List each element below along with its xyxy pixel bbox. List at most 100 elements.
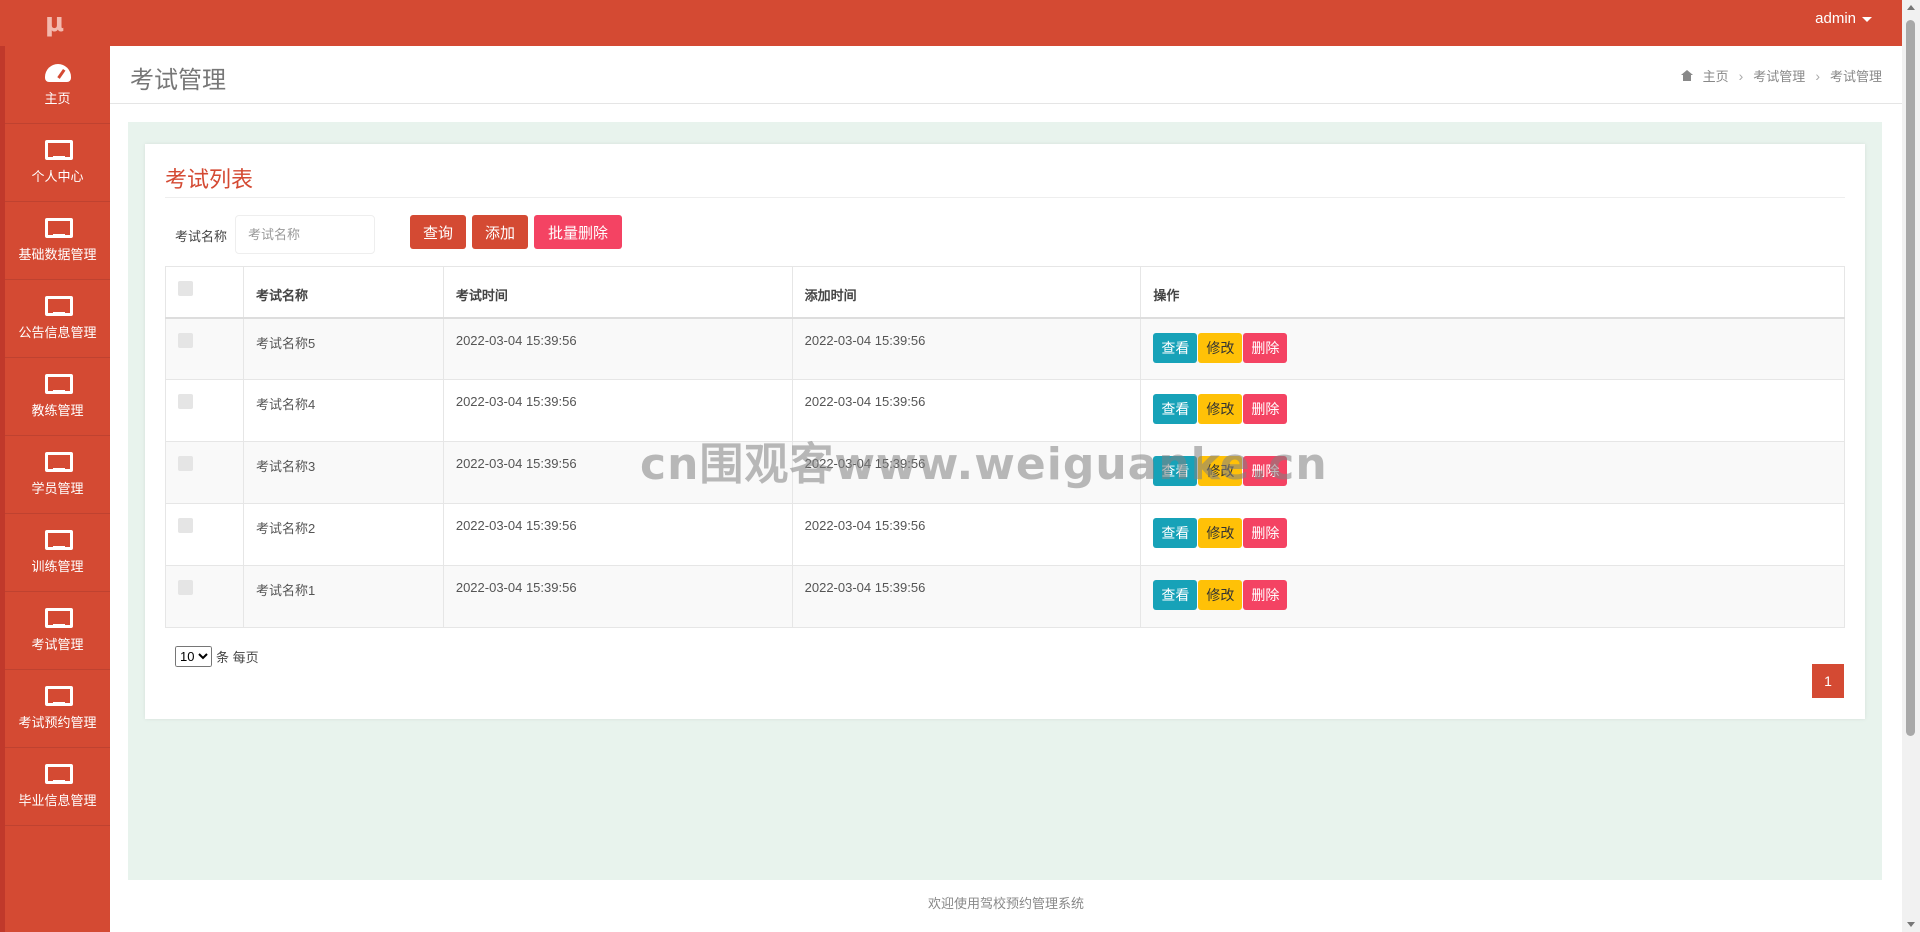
view-button[interactable]: 查看 <box>1153 580 1198 610</box>
cell-added-time: 2022-03-04 15:39:56 <box>791 317 1142 380</box>
chevron-right-icon: › <box>1738 67 1744 84</box>
user-menu[interactable]: admin <box>1815 10 1872 27</box>
scroll-down-arrow-icon[interactable] <box>1907 922 1915 927</box>
sidebar-item-label: 毕业信息管理 <box>18 793 97 808</box>
footer: 欢迎使用驾校预约管理系统 <box>110 880 1902 932</box>
sidebar-item-home[interactable]: 主页 <box>5 46 110 124</box>
table-header-row: 考试名称 考试时间 添加时间 操作 <box>165 266 1845 319</box>
delete-button[interactable]: 删除 <box>1243 394 1288 424</box>
exam-list-card: 考试列表 考试名称 查询 添加 批量删除 考试名称 考试时间 添加时间 操作 <box>145 144 1865 719</box>
sidebar-item-personal-center[interactable]: 个人中心 <box>5 124 110 202</box>
sidebar-item-label: 公告信息管理 <box>18 325 97 340</box>
monitor-icon <box>44 218 73 238</box>
cell-added-time: 2022-03-04 15:39:56 <box>791 441 1142 504</box>
page-size-control: 10 条 每页 <box>175 646 259 667</box>
sidebar: 主页 个人中心 基础数据管理 公告信息管理 教练管理 学员管理 训练管理 考试管… <box>0 46 110 932</box>
page-size-suffix: 条 每页 <box>216 650 259 665</box>
cell-actions: 查看 修改 删除 <box>1140 317 1845 380</box>
pagination-page-1[interactable]: 1 <box>1812 664 1844 698</box>
cell-name: 考试名称3 <box>242 441 444 504</box>
breadcrumb-current: 考试管理 <box>1829 69 1882 84</box>
cell-exam-time: 2022-03-04 15:39:56 <box>442 441 793 504</box>
scroll-thumb[interactable] <box>1906 20 1915 736</box>
column-header-actions: 操作 <box>1140 266 1845 319</box>
sidebar-item-notice[interactable]: 公告信息管理 <box>5 280 110 358</box>
row-checkbox[interactable] <box>178 518 193 533</box>
view-button[interactable]: 查看 <box>1153 394 1198 424</box>
sidebar-item-exam[interactable]: 考试管理 <box>5 592 110 670</box>
edit-button[interactable]: 修改 <box>1198 518 1243 548</box>
edit-button[interactable]: 修改 <box>1198 580 1243 610</box>
sidebar-item-label: 教练管理 <box>31 403 84 418</box>
add-button[interactable]: 添加 <box>472 215 528 249</box>
row-checkbox-cell <box>165 441 244 504</box>
monitor-icon <box>44 530 73 550</box>
sidebar-item-student[interactable]: 学员管理 <box>5 436 110 514</box>
table-row: 考试名称2 2022-03-04 15:39:56 2022-03-04 15:… <box>165 503 1845 566</box>
monitor-icon <box>44 764 73 784</box>
column-header-added-time[interactable]: 添加时间 <box>791 266 1142 319</box>
query-button[interactable]: 查询 <box>410 215 466 249</box>
monitor-icon <box>44 140 73 160</box>
vertical-scrollbar[interactable] <box>1902 0 1920 932</box>
column-header-exam-time[interactable]: 考试时间 <box>442 266 793 319</box>
dashboard-icon <box>44 62 71 82</box>
view-button[interactable]: 查看 <box>1153 456 1198 486</box>
batch-delete-button[interactable]: 批量删除 <box>534 215 622 249</box>
edit-button[interactable]: 修改 <box>1198 456 1243 486</box>
card-title: 考试列表 <box>165 167 254 192</box>
cell-exam-time: 2022-03-04 15:39:56 <box>442 379 793 442</box>
row-checkbox-cell <box>165 317 244 380</box>
edit-button[interactable]: 修改 <box>1198 394 1243 424</box>
row-checkbox[interactable] <box>178 394 193 409</box>
view-button[interactable]: 查看 <box>1153 518 1198 548</box>
search-input[interactable] <box>235 215 375 254</box>
edit-button[interactable]: 修改 <box>1198 332 1243 363</box>
view-button[interactable]: 查看 <box>1153 332 1198 363</box>
sidebar-item-exam-booking[interactable]: 考试预约管理 <box>5 670 110 748</box>
sidebar-item-graduation[interactable]: 毕业信息管理 <box>5 748 110 826</box>
sidebar-item-label: 训练管理 <box>31 559 84 574</box>
cell-actions: 查看 修改 删除 <box>1140 379 1845 442</box>
page-header: 考试管理 主页 › 考试管理 › 考试管理 <box>110 46 1902 104</box>
scroll-up-arrow-icon[interactable] <box>1907 5 1915 10</box>
select-all-cell <box>165 266 244 319</box>
divider <box>165 197 1845 198</box>
row-checkbox-cell <box>165 379 244 442</box>
sidebar-item-label: 学员管理 <box>31 481 84 496</box>
row-checkbox[interactable] <box>178 580 193 595</box>
breadcrumb: 主页 › 考试管理 › 考试管理 <box>1680 66 1882 85</box>
column-header-name[interactable]: 考试名称 <box>242 266 444 319</box>
monitor-icon <box>44 686 73 706</box>
top-bar: μ admin <box>0 0 1902 46</box>
delete-button[interactable]: 删除 <box>1243 332 1288 363</box>
delete-button[interactable]: 删除 <box>1243 456 1288 486</box>
cell-actions: 查看 修改 删除 <box>1140 565 1845 628</box>
exam-table: 考试名称 考试时间 添加时间 操作 考试名称5 2022-03-04 15:39… <box>165 266 1845 628</box>
breadcrumb-section[interactable]: 考试管理 <box>1753 66 1805 85</box>
table-row: 考试名称1 2022-03-04 15:39:56 2022-03-04 15:… <box>165 565 1845 628</box>
delete-button[interactable]: 删除 <box>1243 580 1288 610</box>
table-row: 考试名称5 2022-03-04 15:39:56 2022-03-04 15:… <box>165 317 1845 380</box>
page-size-select[interactable]: 10 <box>175 646 212 667</box>
table-row: 考试名称4 2022-03-04 15:39:56 2022-03-04 15:… <box>165 379 1845 442</box>
content-area: 考试列表 考试名称 查询 添加 批量删除 考试名称 考试时间 添加时间 操作 <box>128 122 1882 880</box>
cell-name: 考试名称5 <box>242 317 444 380</box>
sidebar-item-base-data[interactable]: 基础数据管理 <box>5 202 110 280</box>
monitor-icon <box>44 374 73 394</box>
cell-added-time: 2022-03-04 15:39:56 <box>791 379 1142 442</box>
row-checkbox[interactable] <box>178 456 193 471</box>
cell-exam-time: 2022-03-04 15:39:56 <box>442 565 793 628</box>
row-checkbox[interactable] <box>178 332 193 348</box>
app-logo[interactable]: μ <box>45 10 69 36</box>
cell-actions: 查看 修改 删除 <box>1140 441 1845 504</box>
user-name: admin <box>1815 10 1856 27</box>
breadcrumb-home[interactable]: 主页 <box>1703 66 1729 85</box>
cell-name: 考试名称4 <box>242 379 444 442</box>
sidebar-item-coach[interactable]: 教练管理 <box>5 358 110 436</box>
cell-added-time: 2022-03-04 15:39:56 <box>791 503 1142 566</box>
sidebar-item-training[interactable]: 训练管理 <box>5 514 110 592</box>
select-all-checkbox[interactable] <box>178 281 193 296</box>
delete-button[interactable]: 删除 <box>1243 518 1288 548</box>
search-label: 考试名称 <box>175 229 228 244</box>
